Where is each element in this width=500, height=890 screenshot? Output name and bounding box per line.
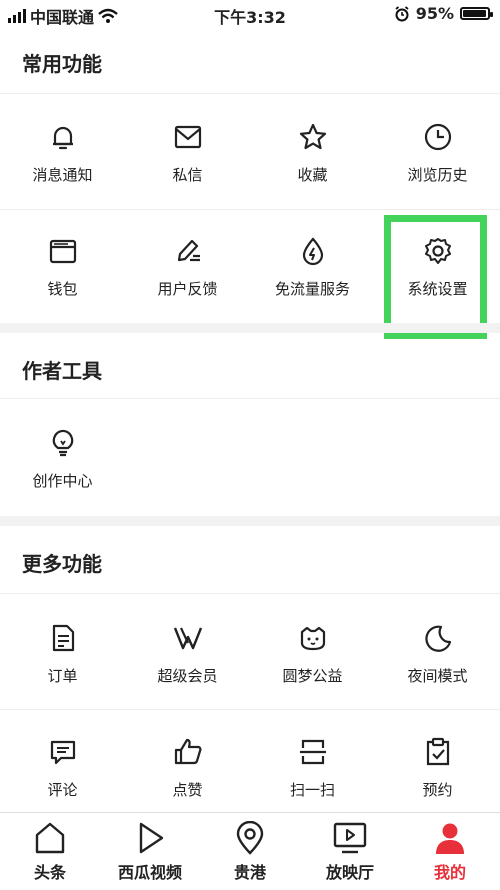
grid-item-label: 评论 xyxy=(47,781,78,799)
divider xyxy=(0,93,500,94)
divider xyxy=(0,709,500,710)
battery-percent: 95% xyxy=(415,4,454,23)
status-bar: 中国联通 下午3:32 95% xyxy=(0,0,500,30)
pencil-icon xyxy=(177,239,200,262)
grid-item-label: 用户反馈 xyxy=(157,280,218,298)
doc-icon xyxy=(52,624,74,652)
grid-item-label: 收藏 xyxy=(297,166,328,184)
grid-item-night-mode[interactable]: 夜间模式 xyxy=(375,623,500,723)
grid-item-charity[interactable]: 圆梦公益 xyxy=(250,623,375,723)
grid-item-orders[interactable]: 订单 xyxy=(0,623,125,723)
tab-label: 贵港 xyxy=(233,863,266,882)
tab-local[interactable]: 贵港 xyxy=(200,813,300,890)
tab-mine[interactable]: 我的 xyxy=(400,813,500,890)
grid-item-label: 点赞 xyxy=(172,781,203,799)
grid-item-notifications[interactable]: 消息通知 xyxy=(0,122,125,222)
section-separator xyxy=(0,323,500,333)
grid-item-label: 订单 xyxy=(47,667,78,685)
grid-item-label: 超级会员 xyxy=(157,667,218,685)
grid-item-free-data[interactable]: 免流量服务 xyxy=(250,236,375,336)
tab-label: 头条 xyxy=(33,863,66,882)
tab-cinema[interactable]: 放映厅 xyxy=(300,813,400,890)
grid-item-label: 预约 xyxy=(422,781,453,799)
moon-icon xyxy=(424,625,451,652)
section-title-common: 常用功能 xyxy=(22,52,102,76)
clock-icon xyxy=(424,123,451,151)
tab-label: 西瓜视频 xyxy=(117,863,182,882)
grid-item-label: 消息通知 xyxy=(32,166,93,184)
mail-icon xyxy=(174,125,201,149)
grid-item-label: 私信 xyxy=(172,166,203,184)
section-title-author: 作者工具 xyxy=(22,359,102,383)
thumb-up-icon xyxy=(174,738,201,765)
grid-item-history[interactable]: 浏览历史 xyxy=(375,122,500,222)
tab-bar: 头条 西瓜视频 贵港 放映厅 我的 xyxy=(0,812,500,890)
grid-item-private-message[interactable]: 私信 xyxy=(125,122,250,222)
section-title-more: 更多功能 xyxy=(22,552,102,576)
divider xyxy=(0,593,500,594)
battery-icon xyxy=(460,7,493,20)
divider xyxy=(0,209,500,210)
grid-item-label: 钱包 xyxy=(47,280,78,298)
tab-label: 放映厅 xyxy=(325,863,374,882)
tab-label: 我的 xyxy=(433,863,466,882)
grid-item-super-member[interactable]: 超级会员 xyxy=(125,623,250,723)
v-logo-icon xyxy=(173,627,202,650)
drop-bolt-icon xyxy=(302,237,323,266)
grid-item-label: 浏览历史 xyxy=(407,166,468,184)
grid-item-wallet[interactable]: 钱包 xyxy=(0,236,125,336)
tab-xigua-video[interactable]: 西瓜视频 xyxy=(100,813,200,890)
bell-icon xyxy=(52,126,73,150)
bulb-icon xyxy=(52,429,73,457)
tab-headlines[interactable]: 头条 xyxy=(0,813,100,890)
alarm-icon xyxy=(395,5,409,21)
grid-item-creation-center[interactable]: 创作中心 xyxy=(0,428,125,528)
grid-item-label: 圆梦公益 xyxy=(282,667,343,685)
clipboard-check-icon xyxy=(426,737,449,766)
cat-face-icon xyxy=(300,626,325,651)
grid-item-label: 夜间模式 xyxy=(407,667,468,685)
grid-item-favorites[interactable]: 收藏 xyxy=(250,122,375,222)
location-icon xyxy=(236,821,264,855)
divider xyxy=(0,398,500,399)
play-icon xyxy=(139,822,164,854)
highlight-box xyxy=(384,215,487,339)
home-icon xyxy=(35,822,65,854)
scan-icon xyxy=(299,739,326,765)
tv-play-icon xyxy=(333,822,367,854)
status-right: 95% xyxy=(394,4,493,23)
grid-item-feedback[interactable]: 用户反馈 xyxy=(125,236,250,336)
grid-item-label: 创作中心 xyxy=(32,472,93,490)
user-icon xyxy=(436,823,464,854)
comment-icon xyxy=(50,740,75,765)
wallet-icon xyxy=(49,239,76,264)
grid-item-label: 免流量服务 xyxy=(274,280,350,298)
section-separator xyxy=(0,516,500,526)
grid-item-label: 扫一扫 xyxy=(289,781,335,799)
star-icon xyxy=(299,123,326,150)
